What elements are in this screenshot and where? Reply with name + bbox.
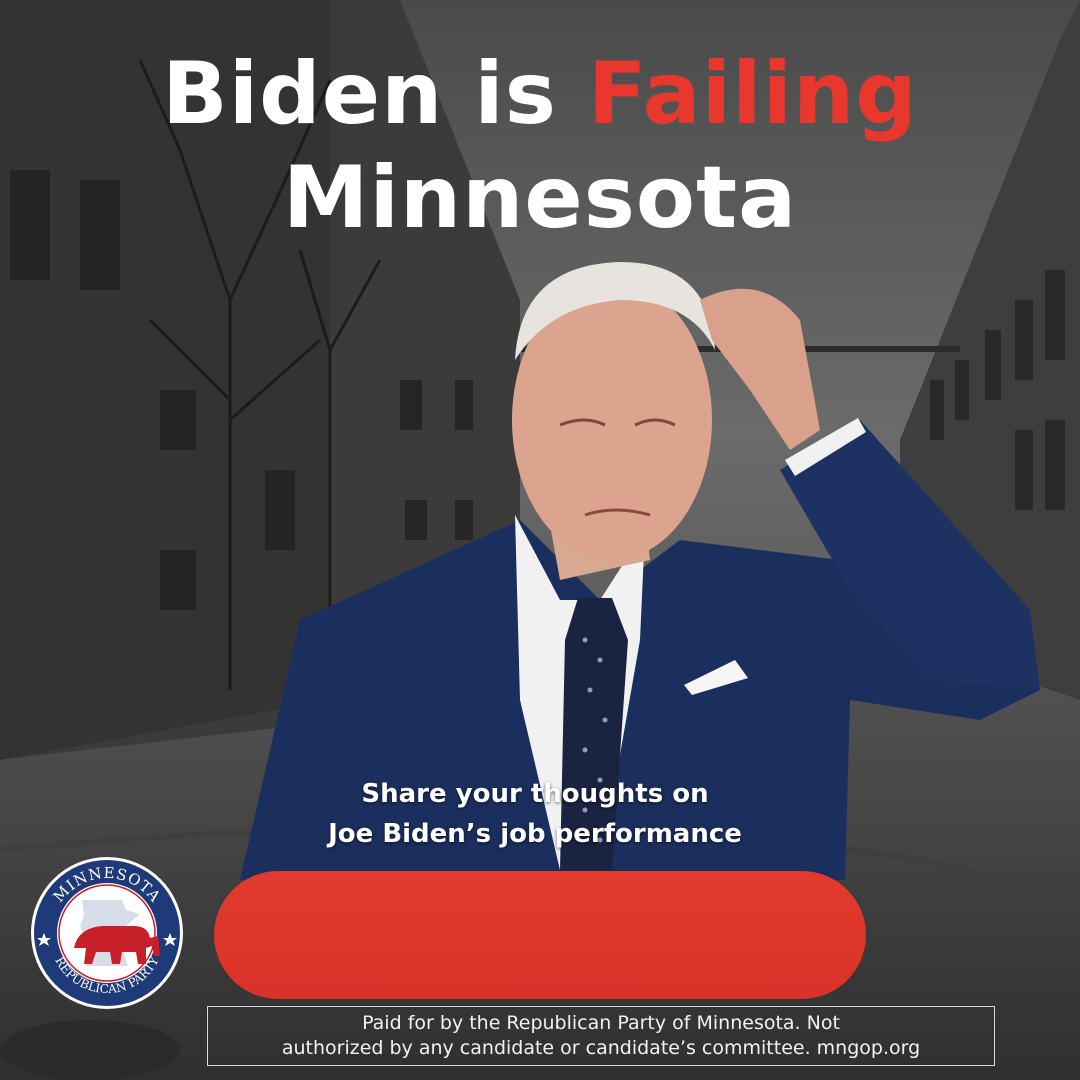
disclaimer-line-2: authorized by any candidate or candidate… [281, 1037, 921, 1059]
disclaimer-line-1: Paid for by the Republican Party of Minn… [362, 1012, 840, 1034]
share-prompt-line-1: Share your thoughts on [361, 779, 709, 809]
share-prompt: Share your thoughts on Joe Biden’s job p… [260, 774, 810, 854]
cta-button[interactable] [214, 871, 866, 999]
paid-for-disclaimer: Paid for by the Republican Party of Minn… [207, 1006, 995, 1066]
share-prompt-line-2: Joe Biden’s job performance [328, 819, 742, 849]
party-seal-logo: MINNESOTA REPUBLICAN PARTY [31, 857, 183, 1009]
